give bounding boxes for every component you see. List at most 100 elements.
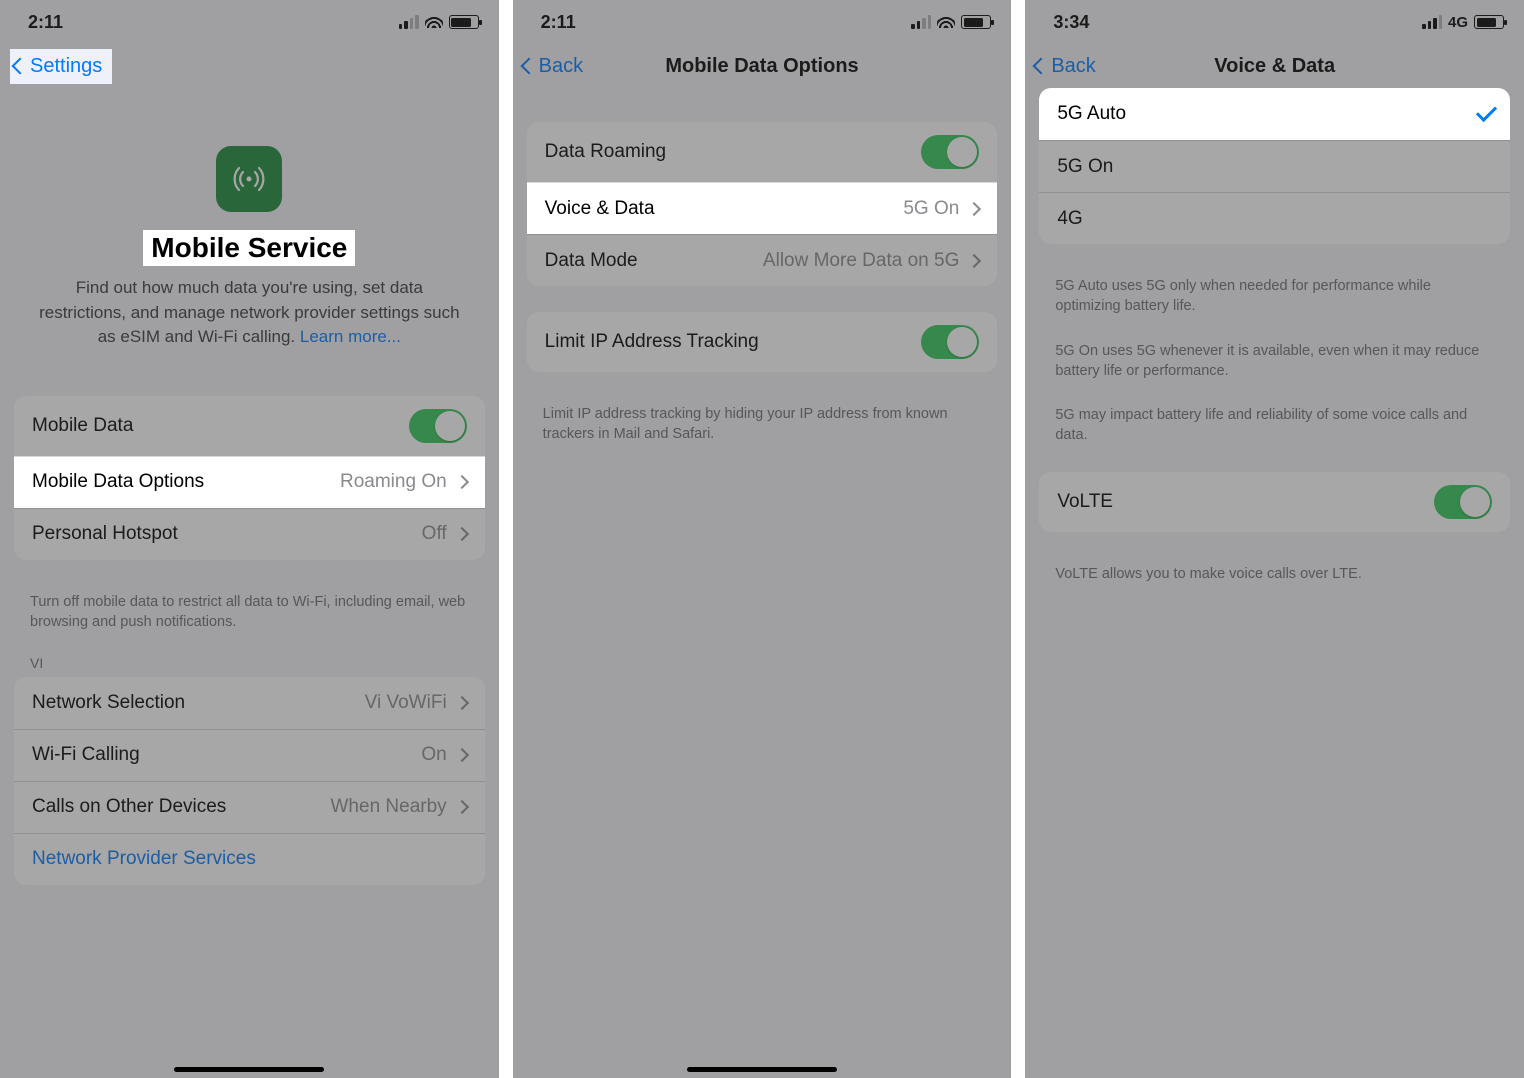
back-label: Settings (30, 55, 102, 78)
row-label: Voice & Data (545, 198, 904, 220)
battery-icon (1474, 15, 1504, 29)
row-data-roaming[interactable]: Data Roaming (527, 122, 998, 182)
row-label: Mobile Data Options (32, 471, 340, 493)
back-button[interactable]: Back (1035, 55, 1095, 78)
signal-icon (1422, 15, 1442, 29)
network-type-label: 4G (1448, 14, 1468, 31)
row-label: Data Roaming (545, 141, 922, 163)
wifi-icon (425, 12, 443, 33)
battery-icon (449, 15, 479, 29)
home-indicator[interactable] (687, 1067, 837, 1072)
row-value: 5G On (903, 198, 959, 220)
list-group-privacy: Limit IP Address Tracking (527, 312, 998, 372)
list-group-main: Data Roaming Voice & Data 5G On Data Mod… (527, 122, 998, 286)
chevron-right-icon (969, 198, 979, 220)
chevron-right-icon (457, 796, 467, 818)
list-group-carrier: Network Selection Vi VoWiFi Wi-Fi Callin… (14, 677, 485, 885)
list-group-volte: VoLTE (1039, 472, 1510, 532)
row-label: Data Mode (545, 250, 763, 272)
row-label: 5G Auto (1057, 103, 1481, 125)
nav-title: Mobile Data Options (513, 55, 1012, 78)
row-voice-and-data[interactable]: Voice & Data 5G On (527, 182, 998, 234)
back-button[interactable]: Back (523, 55, 583, 78)
list-group-data: Mobile Data Mobile Data Options Roaming … (14, 396, 485, 560)
row-label: 5G On (1057, 156, 1492, 178)
row-data-mode[interactable]: Data Mode Allow More Data on 5G (527, 234, 998, 286)
signal-icon (911, 15, 931, 29)
status-bar: 2:11 (0, 0, 499, 44)
list-group-5g-options: 5G Auto 5G On 4G (1039, 88, 1510, 244)
row-limit-ip-tracking[interactable]: Limit IP Address Tracking (527, 312, 998, 372)
status-time: 2:11 (28, 12, 63, 33)
wifi-icon (937, 12, 955, 33)
row-label: Mobile Data (32, 415, 409, 437)
chevron-right-icon (969, 250, 979, 272)
mobile-data-toggle[interactable] (409, 409, 467, 443)
limit-ip-toggle[interactable] (921, 325, 979, 359)
nav-bar: Settings (0, 44, 499, 88)
chevron-right-icon (457, 471, 467, 493)
row-label: Wi-Fi Calling (32, 744, 421, 766)
row-value: Roaming On (340, 471, 447, 493)
back-label: Back (1051, 55, 1095, 78)
volte-toggle[interactable] (1434, 485, 1492, 519)
page-title: Mobile Service (38, 230, 461, 266)
row-value: Vi VoWiFi (365, 692, 447, 714)
chevron-right-icon (457, 692, 467, 714)
row-calls-other-devices[interactable]: Calls on Other Devices When Nearby (14, 781, 485, 833)
row-mobile-data[interactable]: Mobile Data (14, 396, 485, 456)
chevron-left-icon (1035, 55, 1049, 78)
nav-title: Voice & Data (1025, 55, 1524, 78)
status-time: 2:11 (541, 12, 576, 33)
row-mobile-data-options[interactable]: Mobile Data Options Roaming On (14, 456, 485, 508)
row-label: Network Provider Services (32, 848, 467, 870)
learn-more-link[interactable]: Learn more... (300, 327, 401, 346)
row-wifi-calling[interactable]: Wi-Fi Calling On (14, 729, 485, 781)
screen-voice-and-data: 3:34 4G Back Voice & Data 5G Auto 5G On … (1025, 0, 1524, 1078)
row-label: Personal Hotspot (32, 523, 422, 545)
chevron-left-icon (14, 55, 28, 78)
back-label: Back (539, 55, 583, 78)
chevron-left-icon (523, 55, 537, 78)
footer-text: VoLTE allows you to make voice calls ove… (1025, 558, 1524, 584)
screen-mobile-data-options: 2:11 Back Mobile Data Options Data Roami… (513, 0, 1012, 1078)
checkmark-icon (1481, 102, 1492, 127)
status-bar: 2:11 (513, 0, 1012, 44)
row-5g-auto[interactable]: 5G Auto (1039, 88, 1510, 140)
row-provider-services[interactable]: Network Provider Services (14, 833, 485, 885)
footer-text: Turn off mobile data to restrict all dat… (0, 586, 499, 633)
row-label: VoLTE (1057, 491, 1434, 513)
footer-text: 5G may impact battery life and reliabili… (1025, 399, 1524, 446)
row-value: Allow More Data on 5G (763, 250, 959, 272)
chevron-right-icon (457, 523, 467, 545)
row-label: Network Selection (32, 692, 365, 714)
data-roaming-toggle[interactable] (921, 135, 979, 169)
row-volte[interactable]: VoLTE (1039, 472, 1510, 532)
nav-bar: Back Mobile Data Options (513, 44, 1012, 88)
row-label: Limit IP Address Tracking (545, 331, 922, 353)
row-label: Calls on Other Devices (32, 796, 331, 818)
chevron-right-icon (457, 744, 467, 766)
footer-text: 5G Auto uses 5G only when needed for per… (1025, 270, 1524, 317)
status-time: 3:34 (1053, 12, 1089, 33)
footer-text: 5G On uses 5G whenever it is available, … (1025, 335, 1524, 382)
row-personal-hotspot[interactable]: Personal Hotspot Off (14, 508, 485, 560)
row-label: 4G (1057, 208, 1492, 230)
signal-icon (399, 15, 419, 29)
row-5g-on[interactable]: 5G On (1039, 140, 1510, 192)
back-button[interactable]: Settings (10, 49, 112, 84)
hero-description: Find out how much data you're using, set… (38, 276, 461, 350)
row-4g[interactable]: 4G (1039, 192, 1510, 244)
row-value: When Nearby (331, 796, 447, 818)
battery-icon (961, 15, 991, 29)
hero-card: Mobile Service Find out how much data yo… (14, 108, 485, 368)
row-network-selection[interactable]: Network Selection Vi VoWiFi (14, 677, 485, 729)
antenna-icon (216, 146, 282, 212)
section-header: VI (0, 655, 499, 677)
nav-bar: Back Voice & Data (1025, 44, 1524, 88)
row-value: Off (422, 523, 447, 545)
screen-mobile-service: 2:11 Settings Mobile Ser (0, 0, 499, 1078)
row-value: On (421, 744, 446, 766)
status-bar: 3:34 4G (1025, 0, 1524, 44)
home-indicator[interactable] (174, 1067, 324, 1072)
